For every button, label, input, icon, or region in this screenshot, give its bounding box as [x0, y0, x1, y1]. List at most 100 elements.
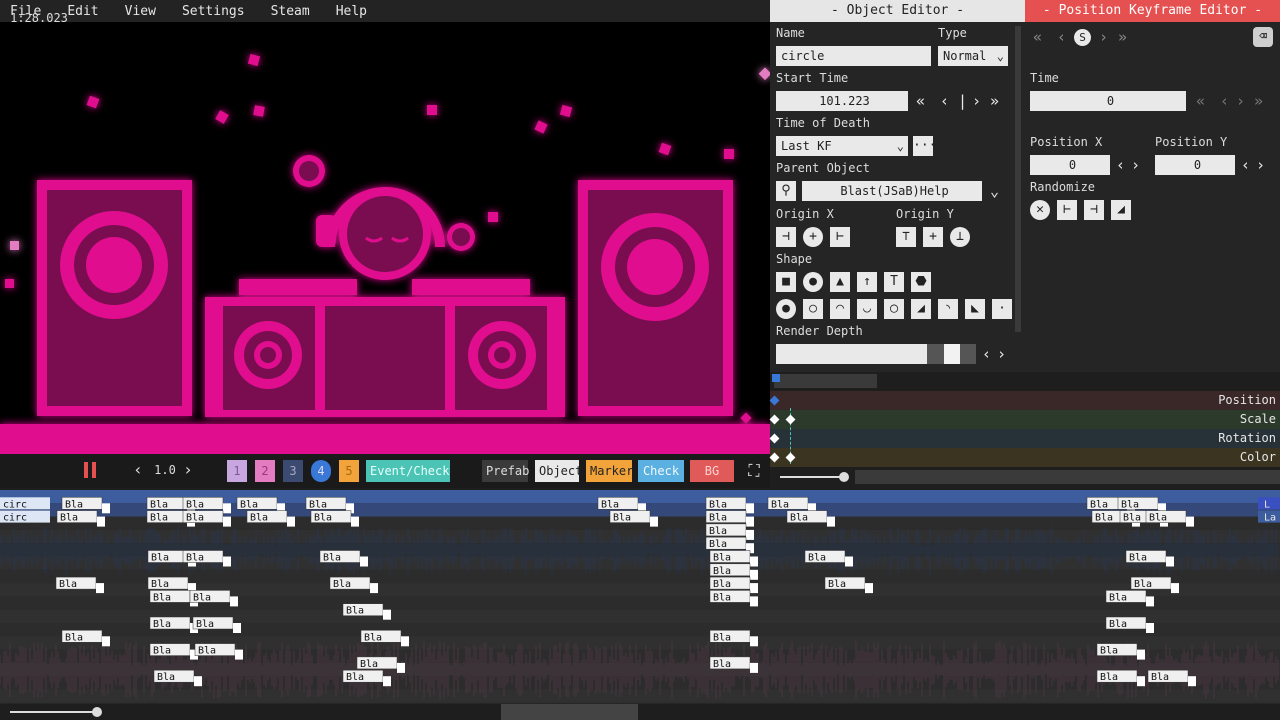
origin-x-center-icon[interactable]: + [803, 227, 823, 247]
randomize-snap-icon[interactable]: ⊣ [1084, 200, 1104, 220]
menu-settings[interactable]: Settings [182, 4, 245, 19]
shape-variant-dot-icon[interactable]: · [992, 299, 1012, 319]
render-depth-decrease-icon[interactable]: ‹ [982, 344, 991, 364]
shape-triangle-icon[interactable]: ▲ [830, 272, 850, 292]
randomize-range-icon[interactable]: ⊢ [1057, 200, 1077, 220]
pos-x-decrease-icon[interactable]: ‹ [1116, 155, 1125, 175]
kf-first-icon[interactable]: « [1033, 27, 1042, 47]
kf-time-next-icon[interactable]: › [1236, 91, 1245, 111]
kf-prev-icon[interactable]: ‹ [1057, 27, 1066, 47]
shape-variant-corner-icon[interactable]: ◝ [938, 299, 958, 319]
kf-timeline-scrub[interactable] [774, 374, 877, 388]
pos-x-field[interactable]: 0 [1030, 155, 1110, 175]
origin-x-right-icon[interactable]: ⊢ [830, 227, 850, 247]
bg-button[interactable]: BG [690, 460, 734, 482]
parent-object-field[interactable]: Blast(JSaB)Help [802, 181, 982, 201]
kf-playhead-marker[interactable] [772, 374, 780, 382]
shape-variant-quarter-icon[interactable]: ◢ [911, 299, 931, 319]
speed-decrease-icon[interactable]: ‹ [130, 460, 146, 480]
kf-zoom-handle[interactable] [839, 472, 849, 482]
start-time-next-icon[interactable]: › [972, 91, 981, 111]
event-check-button[interactable]: Event/Check [366, 460, 450, 482]
trash-icon[interactable]: ⌫ [1253, 27, 1273, 47]
shape-variant-half-icon[interactable]: ◠ [830, 299, 850, 319]
start-time-field[interactable]: 101.223 [776, 91, 908, 111]
render-depth-increase-icon[interactable]: › [997, 344, 1006, 364]
shape-text-icon[interactable]: T [884, 272, 904, 292]
kf-time-field[interactable]: 0 [1030, 91, 1186, 111]
pos-y-field[interactable]: 0 [1155, 155, 1235, 175]
randomize-scale-icon[interactable]: ◢ [1111, 200, 1131, 220]
shape-variant-thin-ring-icon[interactable]: ◯ [884, 299, 904, 319]
layer-1-button[interactable]: 1 [227, 460, 247, 482]
kf-zoom-bar[interactable] [855, 470, 1280, 484]
kf-time-first-icon[interactable]: « [1196, 91, 1205, 111]
layer-4-button[interactable]: 4 [311, 460, 331, 482]
kf-row-color[interactable]: Color [770, 448, 1280, 467]
kf-row-rotation[interactable]: Rotation [770, 429, 1280, 448]
timeline-scrollbar-thumb[interactable] [501, 704, 638, 720]
kf-time-prev-icon[interactable]: ‹ [1220, 91, 1229, 111]
kf-row-scale[interactable]: Scale [770, 410, 1280, 429]
layer-2-button[interactable]: 2 [255, 460, 275, 482]
timeline-zoom-handle[interactable] [92, 707, 102, 717]
timeline-row[interactable] [0, 569, 1280, 584]
name-field[interactable]: circle [776, 46, 931, 66]
start-time-first-icon[interactable]: « [916, 91, 925, 111]
pause-icon[interactable] [84, 462, 98, 482]
layer-5-button[interactable]: 5 [339, 460, 359, 482]
timeline-object-label: Bla [314, 513, 332, 524]
kf-row-position[interactable]: Position [770, 391, 1280, 410]
layer-3-button[interactable]: 3 [283, 460, 303, 482]
shape-variant-small-icon[interactable]: ◣ [965, 299, 985, 319]
prefab-button[interactable]: Prefab [482, 460, 529, 482]
keyframe-timeline[interactable]: Position Scale Rotation Color [769, 372, 1280, 488]
origin-x-left-icon[interactable]: ⊣ [776, 227, 796, 247]
start-time-last-icon[interactable]: » [990, 91, 999, 111]
object-timeline[interactable]: Bla Bla Bla Bla Bla Bla Bla Bla Bla Bla Bla Bla Bla B… [0, 490, 1280, 704]
pos-y-increase-icon[interactable]: › [1256, 155, 1265, 175]
pos-x-increase-icon[interactable]: › [1131, 155, 1140, 175]
timeline-waveform: Bla Bla Bla Bla Bla Bla Bla Bla Bla Bla Bla Bla Bla B… [0, 490, 1280, 703]
shape-variant-circle-icon[interactable]: ● [776, 299, 796, 319]
timeline-object-label: Bla [323, 553, 341, 564]
shape-variant-arc-icon[interactable]: ◡ [857, 299, 877, 319]
timeline-object-label: Bla [346, 672, 364, 683]
more-options-icon[interactable]: ··· [913, 136, 936, 156]
timeline-row[interactable] [0, 609, 1280, 623]
speed-increase-icon[interactable]: › [180, 460, 196, 480]
object-editor-scrollbar[interactable] [1015, 26, 1021, 332]
shape-variant-ring-icon[interactable]: ○ [803, 299, 823, 319]
shape-hexagon-icon[interactable]: ⬣ [911, 272, 931, 292]
object-button[interactable]: Object [535, 460, 582, 482]
menu-view[interactable]: View [125, 4, 156, 19]
marker-button[interactable]: Marker [586, 460, 633, 482]
kf-time-last-icon[interactable]: » [1254, 91, 1263, 111]
kf-last-icon[interactable]: » [1118, 27, 1127, 47]
kf-next-icon[interactable]: › [1099, 27, 1108, 47]
origin-y-bottom-icon[interactable]: ⊥ [950, 227, 970, 247]
time-of-death-dropdown[interactable]: Last KF ⌄ [776, 136, 908, 156]
menu-help[interactable]: Help [336, 4, 367, 19]
shape-circle-icon[interactable]: ● [803, 272, 823, 292]
menu-steam[interactable]: Steam [271, 4, 310, 19]
shape-arrow-icon[interactable]: ↑ [857, 272, 877, 292]
type-dropdown[interactable]: Normal ⌄ [938, 46, 1008, 66]
search-icon[interactable]: ⚲ [776, 181, 796, 201]
origin-y-center-icon[interactable]: + [923, 227, 943, 247]
start-time-prev-icon[interactable]: ‹ [940, 91, 949, 111]
kf-s-button[interactable]: S [1074, 29, 1091, 46]
start-time-current-icon[interactable]: | [958, 91, 967, 111]
origin-y-top-icon[interactable]: ⊤ [896, 227, 916, 247]
timeline-zoom-track[interactable] [10, 711, 98, 713]
render-depth-handle[interactable] [944, 344, 960, 364]
game-viewport[interactable] [0, 22, 770, 454]
shape-square-icon[interactable]: ■ [776, 272, 796, 292]
parent-dropdown-icon[interactable]: ⌄ [990, 181, 999, 201]
pos-y-decrease-icon[interactable]: ‹ [1241, 155, 1250, 175]
fullscreen-icon[interactable]: ⛶ [744, 460, 764, 482]
check-button[interactable]: Check [638, 460, 684, 482]
kf-zoom-slider[interactable] [780, 476, 848, 478]
randomize-none-icon[interactable]: ✕ [1030, 200, 1050, 220]
render-depth-slider[interactable] [776, 344, 976, 364]
